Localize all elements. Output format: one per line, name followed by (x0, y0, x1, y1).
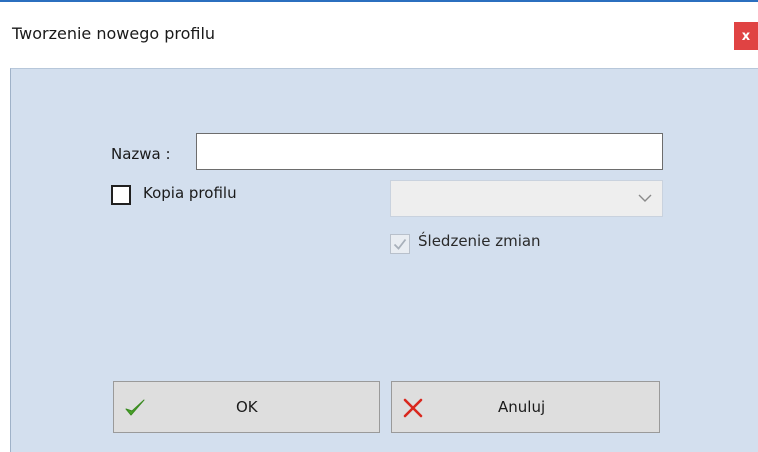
cancel-button[interactable]: Anuluj (391, 381, 660, 433)
title-accent-line (0, 0, 758, 2)
name-input[interactable] (196, 133, 663, 170)
cancel-button-label: Anuluj (498, 398, 546, 416)
track-changes-label: Śledzenie zmian (418, 232, 541, 250)
close-button[interactable]: x (734, 22, 758, 50)
close-icon: x (741, 28, 751, 44)
copy-profile-label[interactable]: Kopia profilu (143, 184, 237, 202)
name-label: Nazwa : (111, 145, 171, 163)
close-icon (403, 398, 423, 418)
check-icon (393, 238, 407, 250)
chevron-down-icon (638, 194, 652, 202)
ok-button-label: OK (236, 398, 258, 416)
window-title: Tworzenie nowego profilu (12, 24, 216, 43)
ok-button[interactable]: OK (113, 381, 380, 433)
title-bar: Tworzenie nowego profilu x (0, 0, 758, 68)
copy-profile-checkbox[interactable] (111, 185, 131, 205)
dialog-window: Tworzenie nowego profilu x Nazwa : Kopia… (0, 0, 758, 452)
profile-select[interactable] (390, 180, 663, 217)
track-changes-checkbox[interactable] (390, 234, 410, 254)
check-icon (125, 399, 145, 416)
